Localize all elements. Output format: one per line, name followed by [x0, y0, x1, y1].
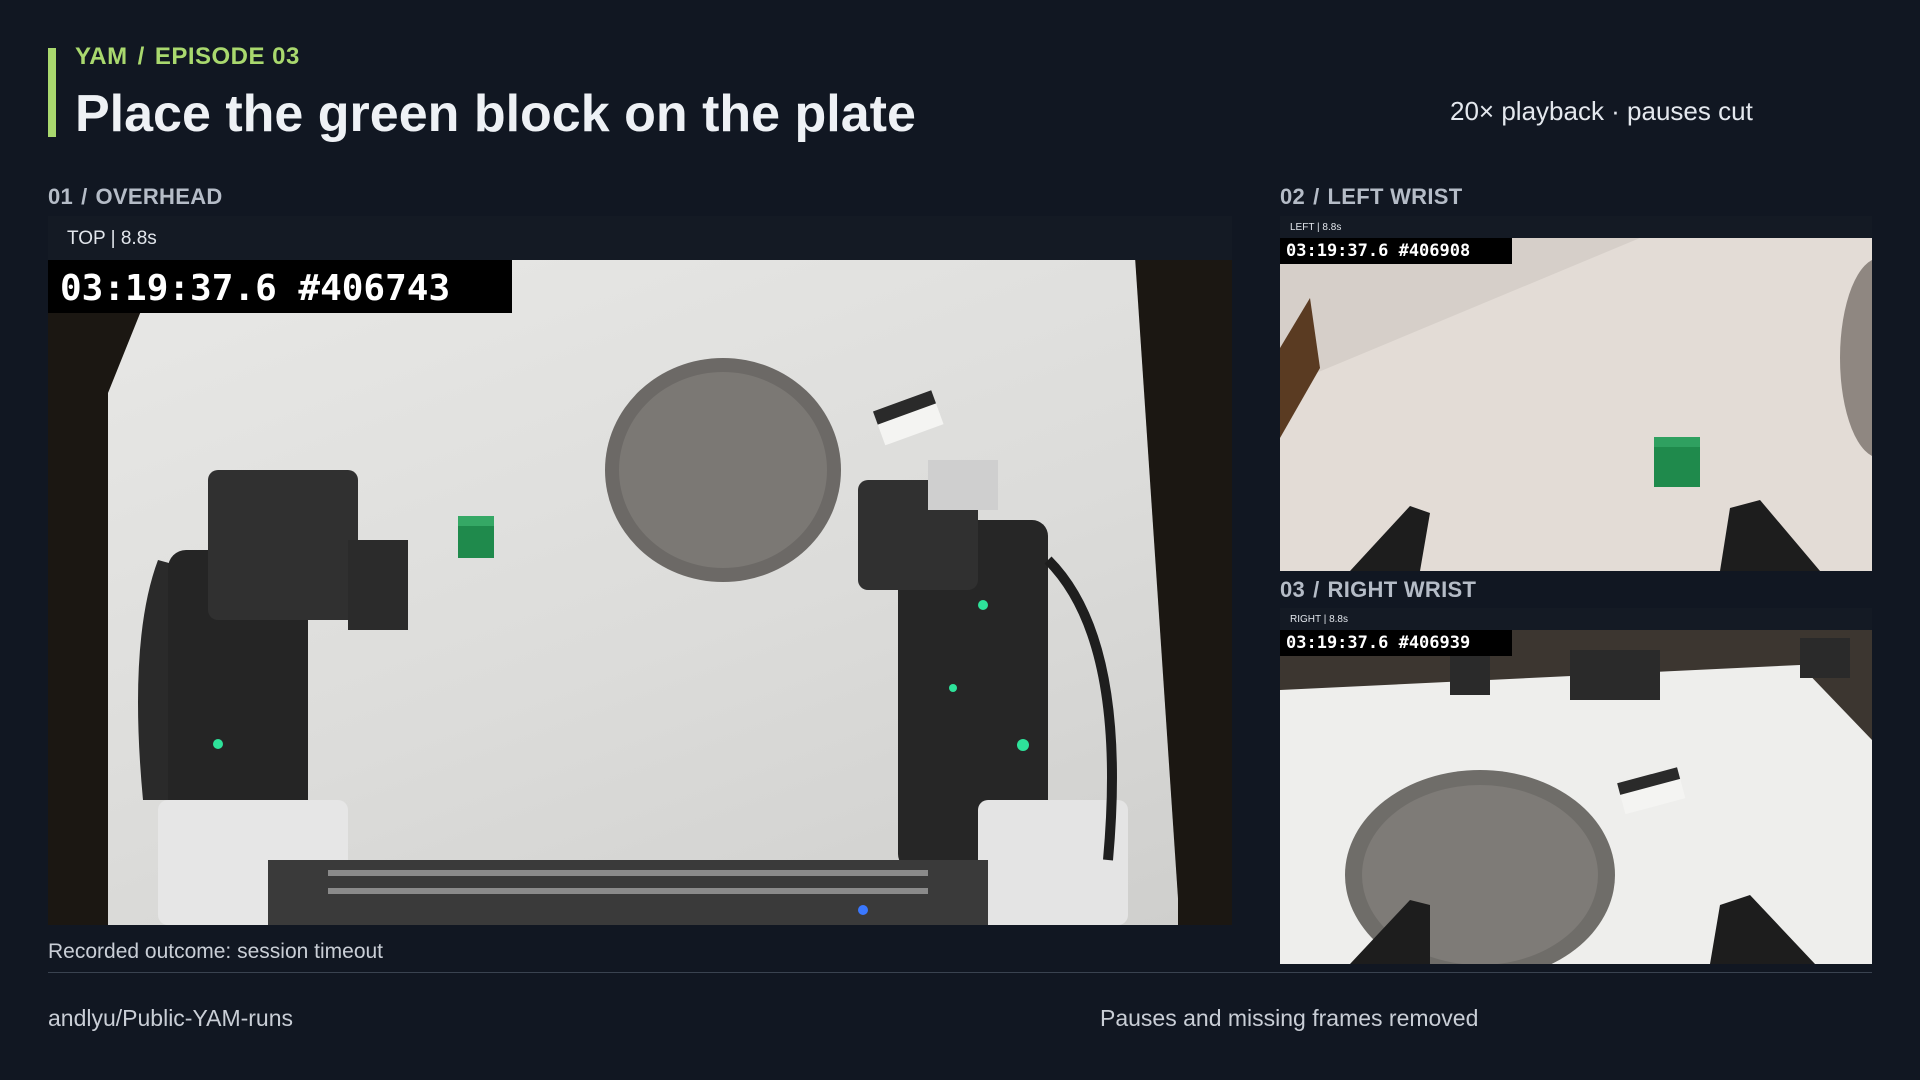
- left-wrist-camera-frame[interactable]: LEFT | 8.8s 03:19:37.6 #406908: [1280, 216, 1872, 571]
- repo-name: andlyu/Public-YAM-runs: [48, 1005, 294, 1031]
- right-wrist-camera-frame[interactable]: RIGHT | 8.8s 03:19:37.6 #406939: [1280, 608, 1872, 964]
- overhead-camera-frame[interactable]: TOP | 8.8s 03:19:37.6 #406743: [48, 216, 1232, 925]
- panel-name: RIGHT WRIST: [1327, 577, 1477, 602]
- panel-index: 01: [48, 184, 74, 209]
- panel-name: LEFT WRIST: [1327, 184, 1463, 209]
- left-wrist-scene-graphics: [1280, 238, 1872, 571]
- recorded-outcome: Recorded outcome: session timeout: [48, 940, 384, 963]
- panel-index: 02: [1280, 184, 1306, 209]
- episode-page: YAM / EPISODE 03 Place the green block on …: [0, 0, 1920, 1080]
- processing-note: Pauses and missing frames removed: [1100, 1005, 1479, 1031]
- right-wrist-camera-view: 03:19:37.6 #406939: [1280, 630, 1872, 964]
- breadcrumb-separator: /: [137, 43, 145, 70]
- left-wrist-camera-view: 03:19:37.6 #406908: [1280, 238, 1872, 571]
- breadcrumb-episode: EPISODE 03: [154, 43, 300, 70]
- playback-note: 20× playback · pauses cut: [1450, 96, 1753, 126]
- panel-label-overhead: 01/OVERHEAD: [48, 184, 223, 209]
- overhead-scene-graphics: [138, 358, 1128, 925]
- sticker: [872, 390, 944, 446]
- camera-strip-label: LEFT | 8.8s: [1280, 216, 1872, 238]
- header-accent-bar: [48, 48, 56, 137]
- right-wrist-timestamp: 03:19:37.6 #406939: [1280, 630, 1512, 656]
- breadcrumb-project: YAM: [75, 43, 128, 70]
- overhead-camera-view: 03:19:37.6 #406743: [48, 260, 1232, 925]
- right-wrist-scene-graphics: [1280, 630, 1872, 964]
- panel-label-left-wrist: 02/LEFT WRIST: [1280, 184, 1463, 209]
- breadcrumb: YAM / EPISODE 03: [75, 43, 300, 71]
- footer-divider: [48, 972, 1872, 973]
- overhead-timestamp: 03:19:37.6 #406743: [48, 260, 512, 313]
- panel-index: 03: [1280, 577, 1306, 602]
- page-title: Place the green block on the plate: [75, 85, 916, 143]
- panel-name: OVERHEAD: [95, 184, 223, 209]
- camera-strip-label: RIGHT | 8.8s: [1280, 608, 1872, 630]
- left-wrist-timestamp: 03:19:37.6 #406908: [1280, 238, 1512, 264]
- panel-label-right-wrist: 03/RIGHT WRIST: [1280, 577, 1477, 602]
- camera-strip-label: TOP | 8.8s: [48, 216, 1232, 260]
